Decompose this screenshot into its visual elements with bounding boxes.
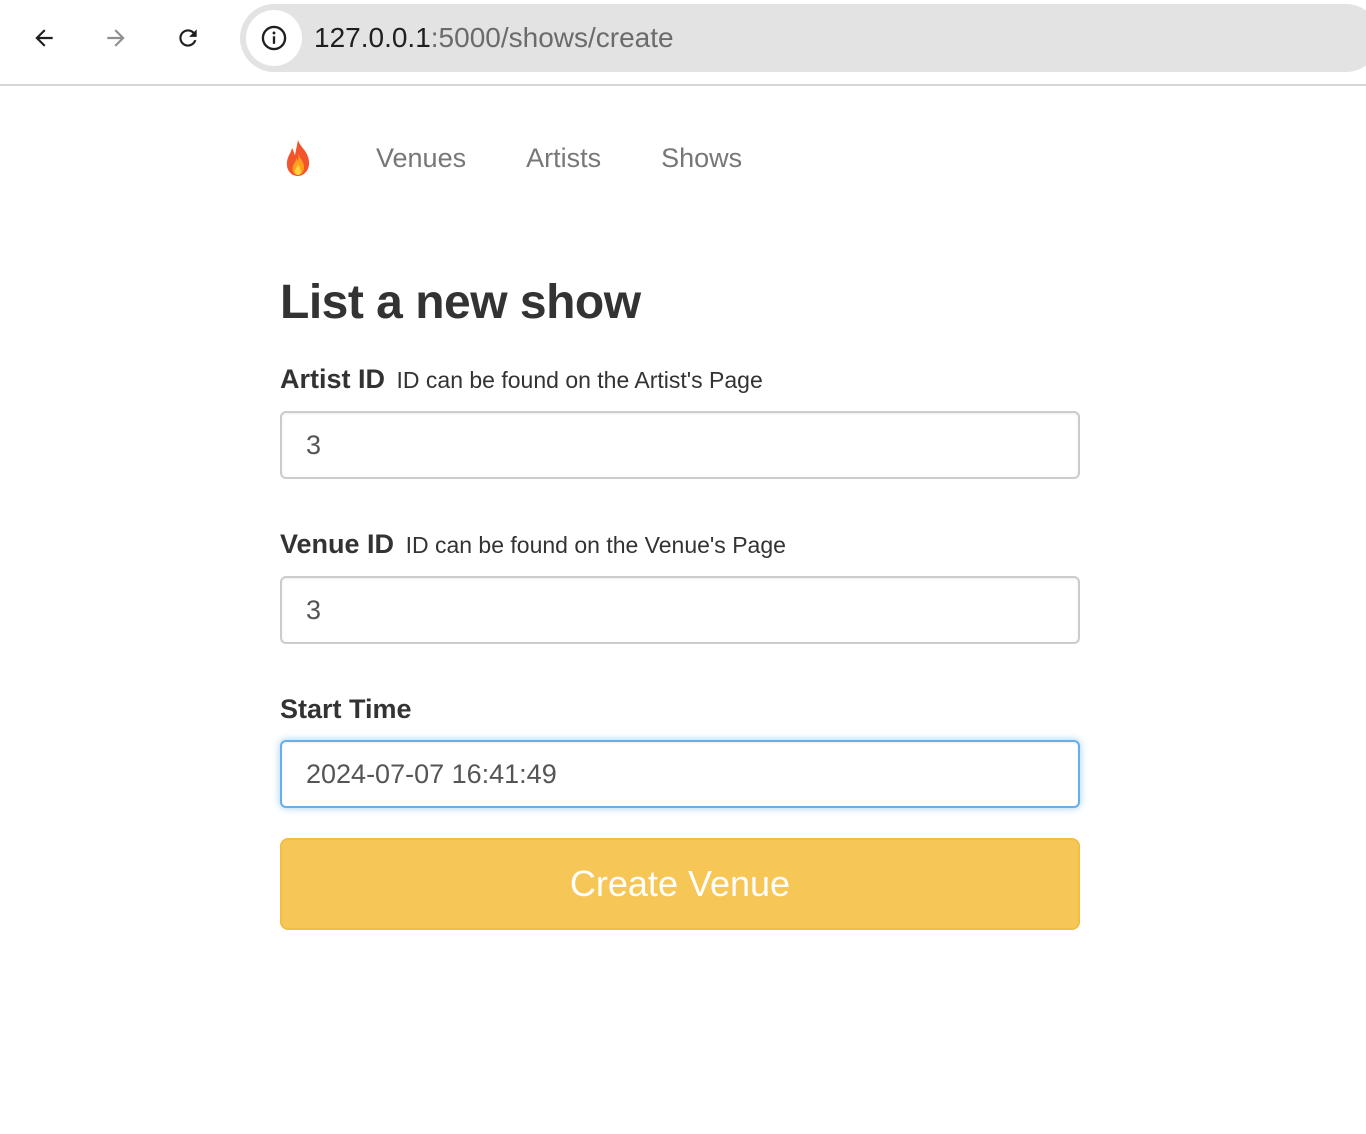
venue-id-label-text: Venue ID <box>280 529 395 559</box>
create-venue-button[interactable]: Create Venue <box>280 838 1080 930</box>
artist-id-label: Artist ID ID can be found on the Artist'… <box>280 362 1080 397</box>
venue-id-help: ID can be found on the Venue's Page <box>405 532 786 558</box>
start-time-input[interactable] <box>280 740 1080 808</box>
back-icon[interactable] <box>26 20 62 56</box>
venue-id-label: Venue ID ID can be found on the Venue's … <box>280 527 1080 562</box>
site-navbar: Venues Artists Shows <box>280 130 742 186</box>
venue-id-input[interactable] <box>280 576 1080 644</box>
reload-icon[interactable] <box>170 20 206 56</box>
artist-id-input[interactable] <box>280 411 1080 479</box>
fire-emoji-icon[interactable] <box>280 138 316 178</box>
forward-icon[interactable] <box>98 20 134 56</box>
artist-id-help: ID can be found on the Artist's Page <box>396 367 763 393</box>
nav-link-shows[interactable]: Shows <box>661 143 742 174</box>
artist-id-label-text: Artist ID <box>280 364 386 394</box>
address-bar[interactable]: 127.0.0.1:5000/shows/create <box>240 4 1366 72</box>
site-info-icon[interactable] <box>246 10 302 66</box>
browser-toolbar: 127.0.0.1:5000/shows/create <box>0 0 1366 86</box>
url-host: 127.0.0.1 <box>314 22 431 53</box>
nav-link-artists[interactable]: Artists <box>526 143 601 174</box>
start-time-label: Start Time <box>280 694 412 724</box>
new-show-form: List a new show Artist ID ID can be foun… <box>280 272 1080 930</box>
page-title: List a new show <box>280 276 641 329</box>
url-text[interactable]: 127.0.0.1:5000/shows/create <box>314 22 674 54</box>
url-path: :5000/shows/create <box>430 22 674 53</box>
nav-link-venues[interactable]: Venues <box>376 143 466 174</box>
